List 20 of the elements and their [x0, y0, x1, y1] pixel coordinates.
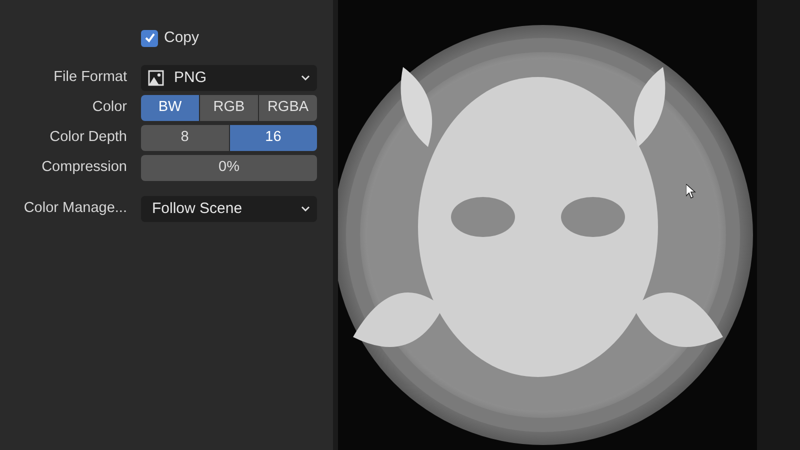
- toggle-option[interactable]: 16: [230, 125, 317, 151]
- dropdown[interactable]: Follow Scene: [141, 196, 317, 222]
- field-label: Compression: [40, 158, 127, 178]
- toggle-option[interactable]: 8: [141, 125, 228, 151]
- toggle-option[interactable]: RGBA: [259, 95, 317, 121]
- dropdown[interactable]: PNG: [141, 65, 317, 91]
- toggle-option[interactable]: BW: [141, 95, 199, 121]
- checkmark-icon: [144, 32, 156, 44]
- toggle-option[interactable]: RGB: [200, 95, 258, 121]
- slider[interactable]: 0%: [141, 155, 317, 181]
- cursor-icon: [686, 184, 696, 199]
- image-icon: [148, 70, 164, 86]
- chevron-down-icon: [301, 75, 310, 81]
- field-label: Color: [91, 98, 127, 118]
- field-label: File Format: [52, 68, 127, 88]
- checkbox[interactable]: [141, 30, 158, 46]
- field-label: Color Depth: [48, 128, 127, 148]
- checkbox-label: Copy: [164, 28, 200, 48]
- field-label: Color Manage...: [22, 199, 127, 218]
- chevron-down-icon: [301, 206, 310, 212]
